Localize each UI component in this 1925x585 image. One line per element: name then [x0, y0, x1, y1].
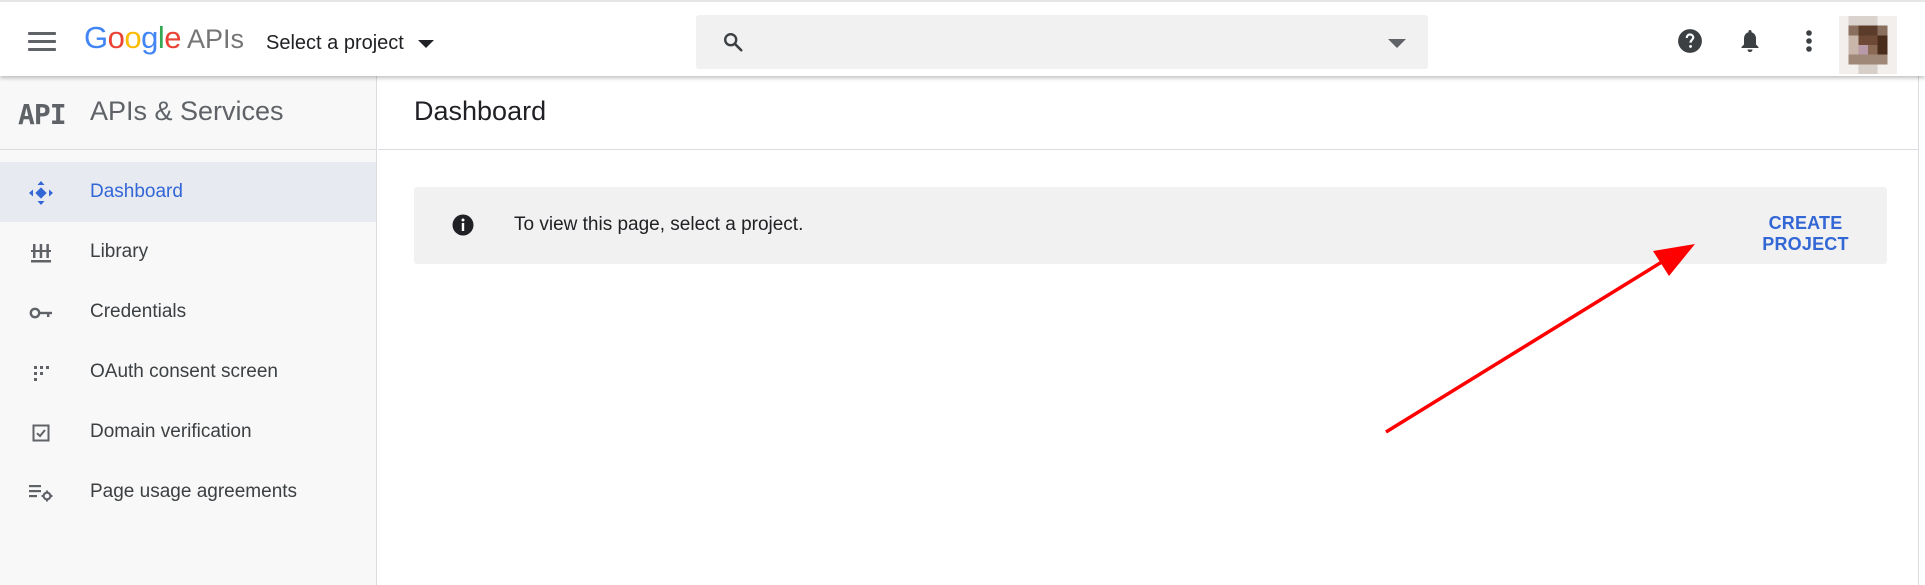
sidebar-item-label: OAuth consent screen [90, 361, 278, 382]
sidebar-item-credentials[interactable]: Credentials [0, 282, 376, 342]
menu-icon[interactable] [20, 24, 64, 58]
oauth-consent-icon [28, 360, 54, 386]
info-icon [452, 214, 474, 236]
search-bar[interactable] [696, 15, 1428, 69]
api-logo-icon: API [18, 98, 67, 131]
sidebar-item-label: Library [90, 241, 149, 262]
apis-wordmark: APIs [187, 24, 245, 54]
bell-icon-glyph [1741, 30, 1759, 52]
sidebar-title: APIs & Services [90, 96, 284, 126]
page-title: Dashboard [414, 96, 547, 126]
project-selector-label: Select a project [266, 31, 404, 54]
project-selector[interactable]: Select a project [266, 28, 434, 58]
create-project-button[interactable]: CREATE PROJECT [1724, 213, 1887, 255]
page-header: Dashboard [378, 76, 1925, 150]
google-apis-logo[interactable]: Google APIs [84, 20, 244, 60]
search-icon [724, 33, 743, 52]
sidebar-item-page-usage-agreements[interactable]: Page usage agreements [0, 462, 376, 522]
sidebar-item-label: Page usage agreements [90, 481, 298, 502]
help-icon[interactable] [1673, 24, 1707, 58]
sidebar-item-domain-verification[interactable]: Domain verification [0, 402, 376, 462]
checkbox-icon [28, 420, 54, 446]
google-wordmark: Google [84, 20, 182, 55]
main-content: Dashboard To view this page, select a pr… [378, 76, 1925, 585]
sidebar-item-label: Dashboard [90, 181, 183, 202]
more-vert-icon-glyph [1806, 30, 1812, 52]
sidebar-header: API APIs & Services [0, 76, 377, 150]
notice-text: To view this page, select a project. [514, 214, 804, 235]
sidebar-item-label: Domain verification [90, 421, 252, 442]
search-input[interactable] [760, 25, 1360, 59]
key-icon [28, 300, 54, 326]
library-icon [28, 240, 54, 266]
help-icon-glyph [1678, 29, 1702, 53]
sidebar: API APIs & Services Dashboard Library Cr… [0, 76, 377, 585]
chevron-down-icon[interactable] [1388, 39, 1406, 48]
scrollbar[interactable] [1918, 76, 1925, 585]
caret-down-icon [417, 40, 434, 48]
bell-icon[interactable] [1733, 24, 1767, 58]
sidebar-item-library[interactable]: Library [0, 222, 376, 282]
top-app-bar: Google APIs Select a project [0, 0, 1925, 76]
sidebar-item-label: Credentials [90, 301, 187, 322]
sidebar-item-oauth-consent[interactable]: OAuth consent screen [0, 342, 376, 402]
settings-list-icon [28, 480, 54, 506]
more-vert-icon[interactable] [1792, 24, 1826, 58]
select-project-notice: To view this page, select a project. CRE… [414, 187, 1887, 264]
dashboard-icon [28, 180, 54, 206]
sidebar-item-dashboard[interactable]: Dashboard [0, 162, 376, 222]
avatar-image [1839, 16, 1897, 74]
account-avatar[interactable] [1838, 16, 1898, 74]
